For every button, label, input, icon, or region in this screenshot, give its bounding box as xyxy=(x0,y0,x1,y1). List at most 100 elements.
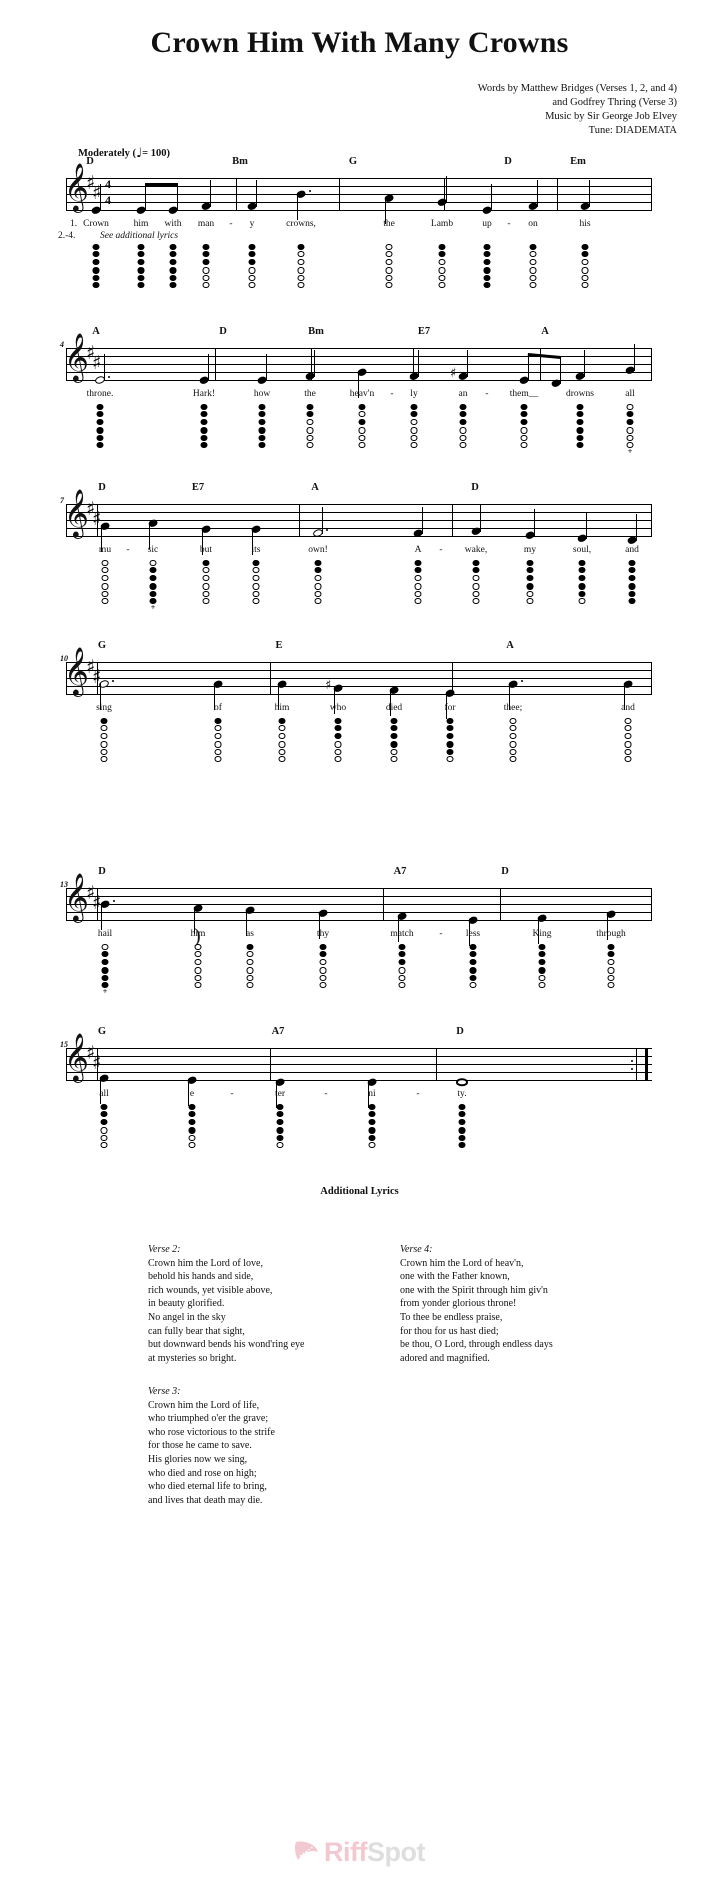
fingering-hole-open xyxy=(414,574,422,581)
fingering-hole-open xyxy=(390,748,398,755)
credit-line-3: Music by Sir George Job Elvey xyxy=(545,111,677,122)
fingering-hole-closed xyxy=(526,567,534,574)
fingering-hole-closed xyxy=(458,1127,466,1134)
fingering-diagram xyxy=(437,244,448,289)
fingering-hole-closed xyxy=(576,404,584,411)
staff xyxy=(66,662,652,695)
note-stem xyxy=(210,180,212,207)
lyric-syllable: the xyxy=(304,389,316,399)
chord-symbol: E7 xyxy=(191,482,205,493)
fingering-hole-open xyxy=(624,755,632,763)
note-stem xyxy=(537,180,539,207)
fingering-hole-closed xyxy=(278,718,286,725)
lyric-syllable: mu xyxy=(98,545,112,555)
fingering-hole-closed xyxy=(368,1111,376,1118)
verse-line: To thee be endless praise, xyxy=(400,1311,503,1323)
note-stem xyxy=(101,903,103,930)
chord-symbol: D xyxy=(98,482,106,493)
octave-plus-icon: + xyxy=(150,603,156,613)
fingering-hole-closed xyxy=(248,244,256,251)
fingering-hole-open xyxy=(509,741,517,748)
lyric-syllable: and xyxy=(625,545,639,555)
chord-symbol: Bm xyxy=(308,326,324,337)
fingering-hole-open xyxy=(624,741,632,748)
note-stem xyxy=(634,344,636,371)
fingering-hole-closed xyxy=(248,251,256,258)
fingering-diagram xyxy=(277,718,288,763)
fingering-hole-closed xyxy=(188,1111,196,1118)
additional-lyrics-verses: Verse 2: Crown him the Lord of love, behol… xyxy=(0,1215,719,1535)
fingering-hole-closed xyxy=(398,951,406,958)
verse-block: Verse 4: Crown him the Lord of heav'n, one… xyxy=(400,1243,553,1365)
lyric-syllable: of xyxy=(214,703,222,713)
fingering-hole-closed xyxy=(149,567,157,574)
fingering-hole-closed xyxy=(483,244,491,251)
lyric-syllable: for xyxy=(444,703,456,713)
fingering-hole-open xyxy=(100,725,108,732)
verse-line: at mysteries so bright. xyxy=(148,1352,237,1364)
barline xyxy=(452,504,454,537)
fingering-hole-closed xyxy=(446,718,454,725)
verse-line: who died and rose on high; xyxy=(148,1467,257,1479)
fingering-hole-open xyxy=(520,434,528,441)
fingering-hole-open xyxy=(188,1134,196,1141)
fingering-hole-closed xyxy=(458,1118,466,1125)
fingering-hole-closed xyxy=(398,944,406,951)
fingering-hole-open xyxy=(509,732,517,739)
fingering-hole-open xyxy=(202,281,210,289)
fingering-hole-open xyxy=(509,725,517,732)
lyric-syllable: them__ xyxy=(509,389,539,399)
note-stem xyxy=(266,354,268,381)
barline xyxy=(97,504,99,537)
note-stem xyxy=(208,354,210,381)
fingering-hole-open xyxy=(314,597,322,605)
barline xyxy=(500,888,502,921)
fingering-diagram: + xyxy=(100,944,111,996)
fingering-hole-open xyxy=(438,267,446,274)
fingering-hole-open xyxy=(472,597,480,605)
fingering-diagram xyxy=(397,944,408,989)
fingering-hole-closed xyxy=(538,951,546,958)
barline xyxy=(97,1048,99,1081)
fingering-diagram xyxy=(168,244,179,289)
lyric-syllable: but xyxy=(199,545,213,555)
riffspot-mark-icon xyxy=(294,1838,320,1866)
fingering-hole-open xyxy=(410,441,418,449)
fingering-hole-closed xyxy=(526,583,534,590)
lyric-syllable: - xyxy=(229,219,233,229)
fingering-hole-open xyxy=(248,274,256,281)
fingering-hole-closed xyxy=(410,411,418,418)
riffspot-logo[interactable]: RiffSpot xyxy=(0,1837,719,1868)
fingering-diagram xyxy=(409,404,420,449)
fingering-hole-open xyxy=(306,441,314,449)
fingering-hole-closed xyxy=(202,251,210,258)
lyric-syllable: King xyxy=(532,929,552,939)
fingering-hole-closed xyxy=(101,967,109,974)
fingering-hole-open xyxy=(607,974,615,981)
fingering-hole-closed xyxy=(96,404,104,411)
verse-line: Crown him the Lord of love, xyxy=(148,1257,263,1269)
lyric-syllable: - xyxy=(439,545,443,555)
fingering-hole-closed xyxy=(92,251,100,258)
barline xyxy=(66,888,68,921)
fingering-hole-open xyxy=(334,741,342,748)
fingering-hole-closed xyxy=(410,404,418,411)
fingering-hole-closed xyxy=(538,967,546,974)
fingering-hole-closed xyxy=(149,590,157,597)
fingering-hole-open xyxy=(100,1127,108,1134)
fingering-hole-open xyxy=(538,981,546,989)
barline xyxy=(651,348,653,381)
fingering-diagram xyxy=(471,560,482,605)
chord-symbol: Em xyxy=(570,156,586,167)
chord-symbol: D xyxy=(501,866,509,877)
lyric-syllable: soul, xyxy=(572,545,592,555)
fingering-hole-closed xyxy=(169,267,177,274)
staff xyxy=(66,888,652,921)
fingering-hole-closed xyxy=(248,258,256,265)
fingering-hole-closed xyxy=(438,251,446,258)
fingering-hole-closed xyxy=(100,1118,108,1125)
fingering-hole-closed xyxy=(246,944,254,951)
fingering-diagram xyxy=(623,718,634,763)
fingering-hole-open xyxy=(624,732,632,739)
lyric-syllable: thee; xyxy=(503,703,523,713)
